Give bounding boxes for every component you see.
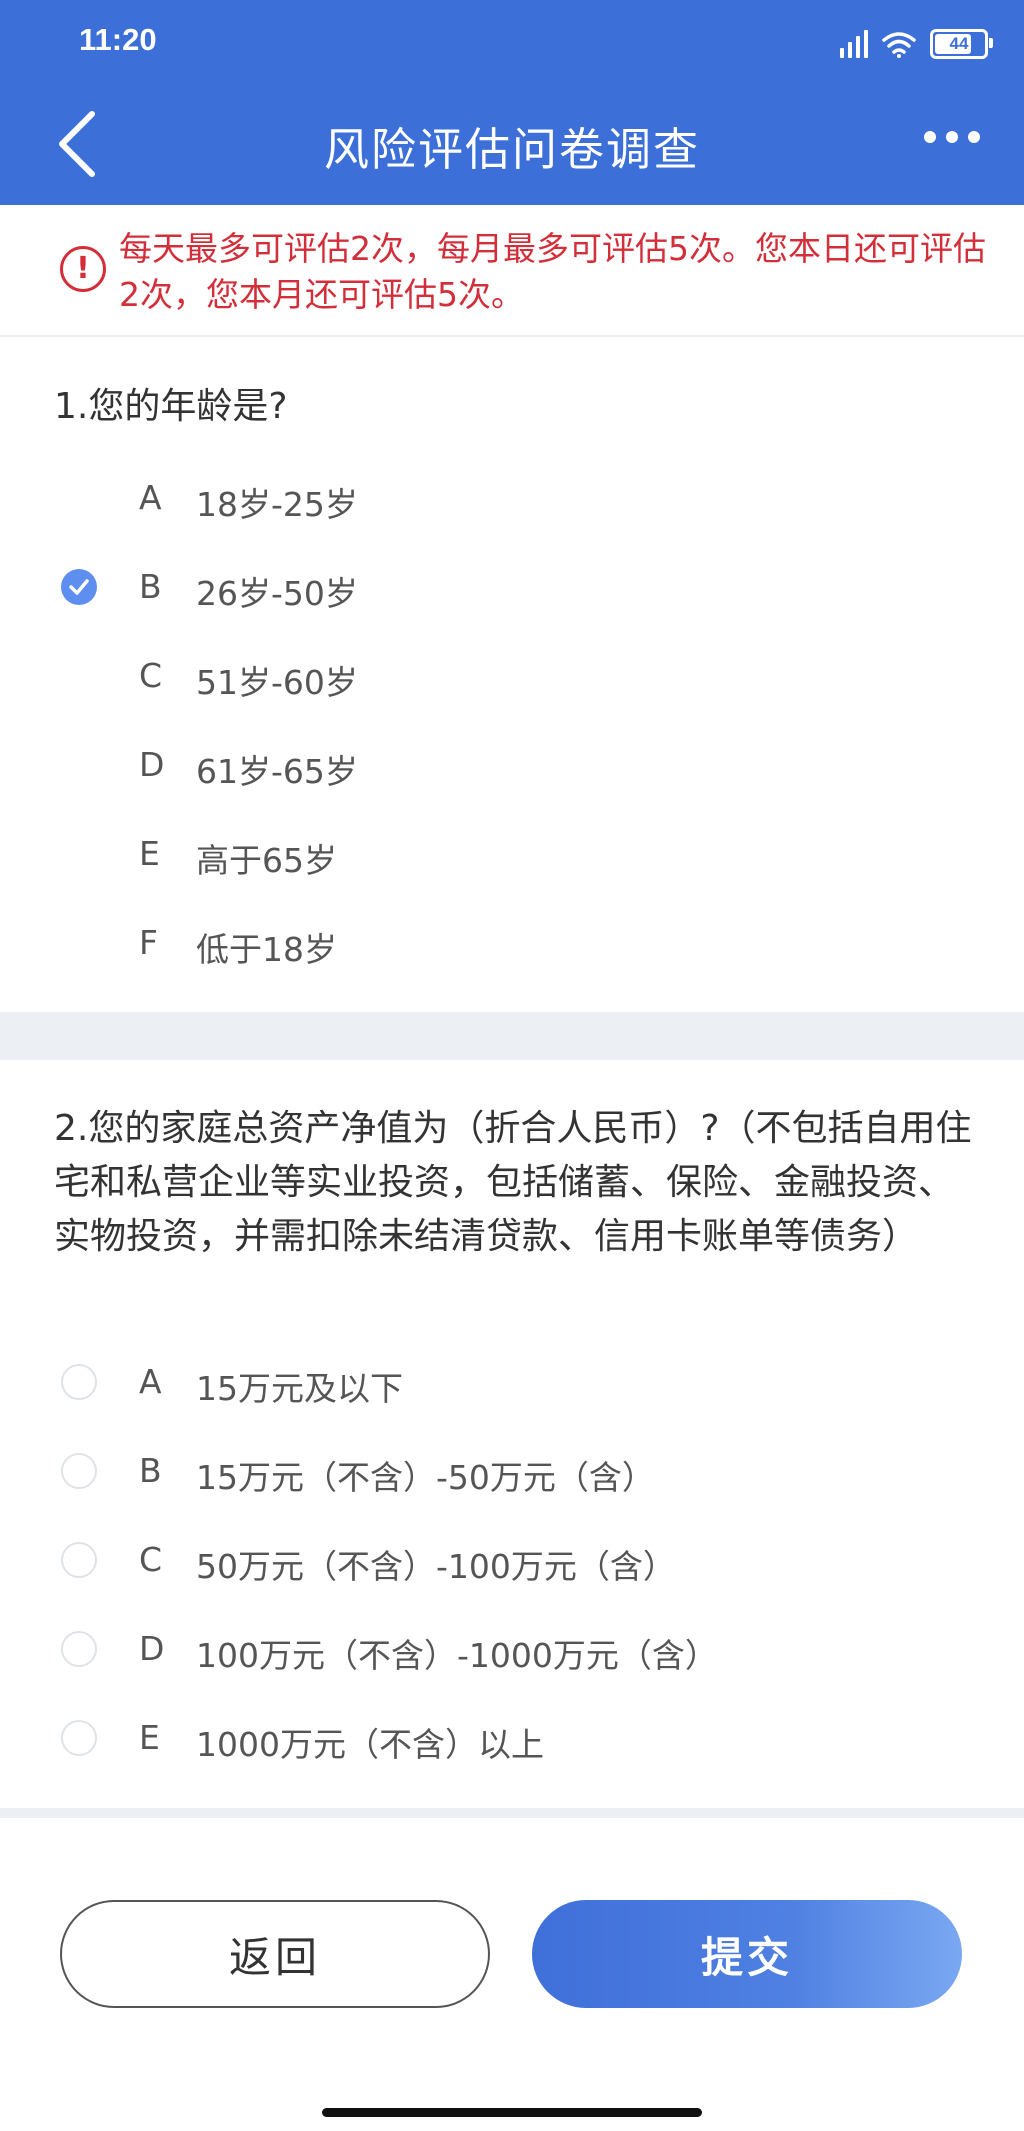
option-text: 18岁-25岁 — [196, 485, 358, 524]
notice-text: 每天最多可评估2次，每月最多可评估5次。您本日还可评估2次，您本月还可评估5次。 — [119, 229, 986, 314]
battery-icon: 44 — [930, 29, 993, 59]
option-text: 100万元（不含）-1000万元（含） — [196, 1636, 718, 1675]
radio-unchecked-icon[interactable] — [61, 1720, 97, 1756]
question-2-title: 2.您的家庭总资产净值为（折合人民币）?（不包括自用住宅和私营企业等实业投资，包… — [54, 1108, 972, 1257]
radio-unchecked-icon[interactable] — [61, 1453, 97, 1489]
home-indicator[interactable] — [322, 2108, 702, 2117]
q2-option-e[interactable]: E 1000万元（不含）以上 — [0, 1700, 1024, 1780]
more-dots-icon — [924, 131, 936, 143]
option-letter: A — [139, 1362, 162, 1401]
more-menu-button[interactable] — [924, 131, 980, 143]
q2-option-c[interactable]: C 50万元（不含）-100万元（含） — [0, 1522, 1024, 1602]
option-text: 高于65岁 — [196, 841, 337, 880]
option-text: 15万元及以下 — [196, 1369, 403, 1408]
q1-option-e[interactable]: E 高于65岁 — [0, 816, 1024, 896]
option-letter: C — [139, 656, 163, 695]
option-text: 15万元（不含）-50万元（含） — [196, 1458, 655, 1497]
status-icons: 44 — [840, 26, 993, 62]
option-text: 51岁-60岁 — [196, 663, 358, 702]
option-letter: F — [139, 923, 158, 962]
q2-option-a[interactable]: A 15万元及以下 — [0, 1344, 1024, 1424]
radio-checked-icon[interactable] — [61, 569, 97, 605]
option-text: 61岁-65岁 — [196, 752, 358, 791]
more-dot — [968, 131, 980, 143]
battery-level: 44 — [949, 34, 969, 53]
q1-option-f[interactable]: F 低于18岁 — [0, 905, 1024, 985]
submit-button[interactable]: 提交 — [532, 1900, 962, 2008]
option-text: 50万元（不含）-100万元（含） — [196, 1547, 676, 1586]
status-time: 11:20 — [79, 22, 157, 57]
option-letter: D — [139, 1629, 165, 1668]
option-letter: B — [139, 1451, 162, 1490]
radio-unchecked-icon[interactable] — [61, 1364, 97, 1400]
section-divider-bottom — [0, 1808, 1024, 1818]
option-letter: E — [139, 1718, 160, 1757]
q1-option-d[interactable]: D 61岁-65岁 — [0, 727, 1024, 807]
back-button[interactable]: 返回 — [60, 1900, 490, 2008]
option-text: 1000万元（不含）以上 — [196, 1725, 544, 1764]
radio-unchecked-icon[interactable] — [61, 1631, 97, 1667]
header-bar: 11:20 44 风险评估问卷调查 — [0, 0, 1024, 205]
q2-option-d[interactable]: D 100万元（不含）-1000万元（含） — [0, 1611, 1024, 1691]
more-dot — [946, 131, 958, 143]
radio-unchecked-icon[interactable] — [61, 1542, 97, 1578]
option-text: 26岁-50岁 — [196, 574, 358, 613]
option-text: 低于18岁 — [196, 930, 337, 969]
option-letter: E — [139, 834, 160, 873]
q1-option-c[interactable]: C 51岁-60岁 — [0, 638, 1024, 718]
section-divider — [0, 1012, 1024, 1060]
option-letter: C — [139, 1540, 163, 1579]
option-letter: B — [139, 567, 162, 606]
q2-option-b[interactable]: B 15万元（不含）-50万元（含） — [0, 1433, 1024, 1513]
wifi-icon — [882, 32, 916, 58]
q1-option-a[interactable]: A 18岁-25岁 — [0, 460, 1024, 540]
signal-icon — [840, 30, 868, 58]
option-letter: D — [139, 745, 165, 784]
question-1-title: 1.您的年龄是? — [54, 386, 288, 427]
page-title: 风险评估问卷调查 — [323, 123, 700, 176]
option-letter: A — [139, 478, 162, 517]
alert-icon: ! — [60, 246, 106, 292]
q1-option-b[interactable]: B 26岁-50岁 — [0, 549, 1024, 629]
